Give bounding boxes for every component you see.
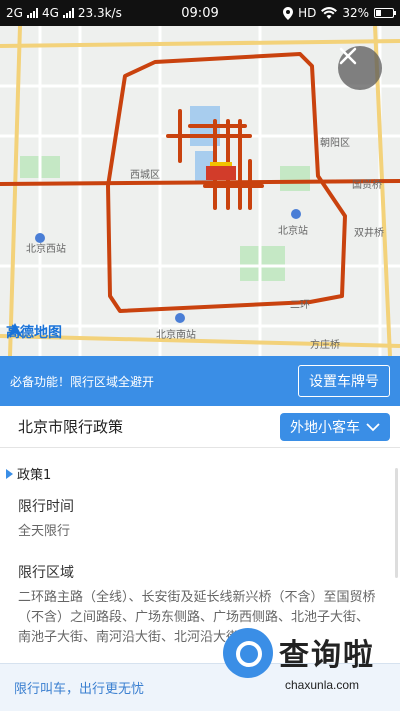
network-4g-label: 4G — [41, 6, 59, 20]
map-label-chaoyang: 朝阳区 — [320, 138, 350, 149]
amap-logo-icon — [7, 323, 23, 338]
tiananmen-icon — [206, 166, 236, 180]
map-label-fangzhuang: 方庄桥 — [310, 340, 340, 351]
map-label-beijing-station: 北京站 — [278, 226, 308, 237]
map-label-shuangjing: 双井桥 — [354, 228, 384, 239]
status-bar: 2G 4G 23.3k/s 09:09 HD 32% — [0, 0, 400, 26]
policy-header: 北京市限行政策 外地小客车 — [0, 406, 400, 448]
map-label-west-city: 西城区 — [130, 170, 160, 181]
signal-icon — [62, 8, 74, 18]
park-area — [240, 246, 285, 281]
vehicle-type-label: 外地小客车 — [290, 419, 360, 436]
wifi-icon — [321, 7, 338, 19]
time-section-value: 全天限行 — [18, 524, 71, 539]
close-icon — [339, 47, 357, 65]
set-plate-button[interactable]: 设置车牌号 — [298, 365, 390, 397]
network-2g-label: 2G — [6, 6, 23, 20]
map-label-ring: 二环 — [290, 300, 310, 311]
banner-message: 必备功能！限行区域全避开 — [10, 374, 155, 389]
signal-icon — [26, 8, 38, 18]
map-label-beijing-west: 北京西站 — [26, 244, 66, 255]
time-section-title: 限行时间 — [18, 499, 74, 515]
area-section-title: 限行区域 — [18, 565, 74, 581]
hd-label: HD — [298, 6, 317, 20]
amap-logo: 高德地图 — [6, 322, 62, 342]
bottom-promo-text: 限行叫车，出行更无忧 — [14, 682, 145, 697]
watermark-logo-icon — [223, 628, 273, 678]
battery-icon — [374, 8, 396, 18]
city-policy-title: 北京市限行政策 — [18, 418, 124, 436]
watermark-en: chaxunla.com — [285, 678, 360, 692]
map-label-guomao: 国贸桥 — [352, 180, 382, 191]
scrollbar[interactable] — [395, 468, 398, 578]
watermark: 查询啦 chaxunla.com — [219, 622, 394, 706]
policy-tag-label: 政策1 — [17, 468, 52, 483]
vehicle-type-dropdown[interactable]: 外地小客车 — [280, 412, 390, 441]
chevron-down-icon — [366, 422, 380, 431]
restricted-zone-route — [0, 52, 400, 313]
battery-percent: 32% — [342, 6, 369, 20]
location-icon — [283, 6, 294, 20]
close-button[interactable] — [338, 46, 382, 90]
network-speed: 23.3k/s — [77, 6, 122, 20]
tiananmen-roof — [210, 162, 232, 166]
status-left: 2G 4G 23.3k/s — [6, 6, 122, 20]
triangle-marker-icon — [6, 468, 13, 479]
park-area — [280, 166, 310, 191]
station-pin-icon — [291, 209, 301, 219]
status-right: HD 32% — [283, 6, 396, 20]
feature-banner: 必备功能！限行区域全避开 设置车牌号 — [0, 356, 400, 406]
map-label-beijing-south: 北京南站 — [156, 330, 196, 341]
station-pin-icon — [175, 313, 185, 323]
watermark-cn: 查询啦 — [279, 638, 375, 673]
map-view[interactable]: 西城区 朝阳区 北京站 北京西站 北京南站 国贸桥 双井桥 方庄桥 二环 高德地… — [0, 26, 400, 356]
policy-tag[interactable]: 政策1 — [6, 464, 51, 483]
